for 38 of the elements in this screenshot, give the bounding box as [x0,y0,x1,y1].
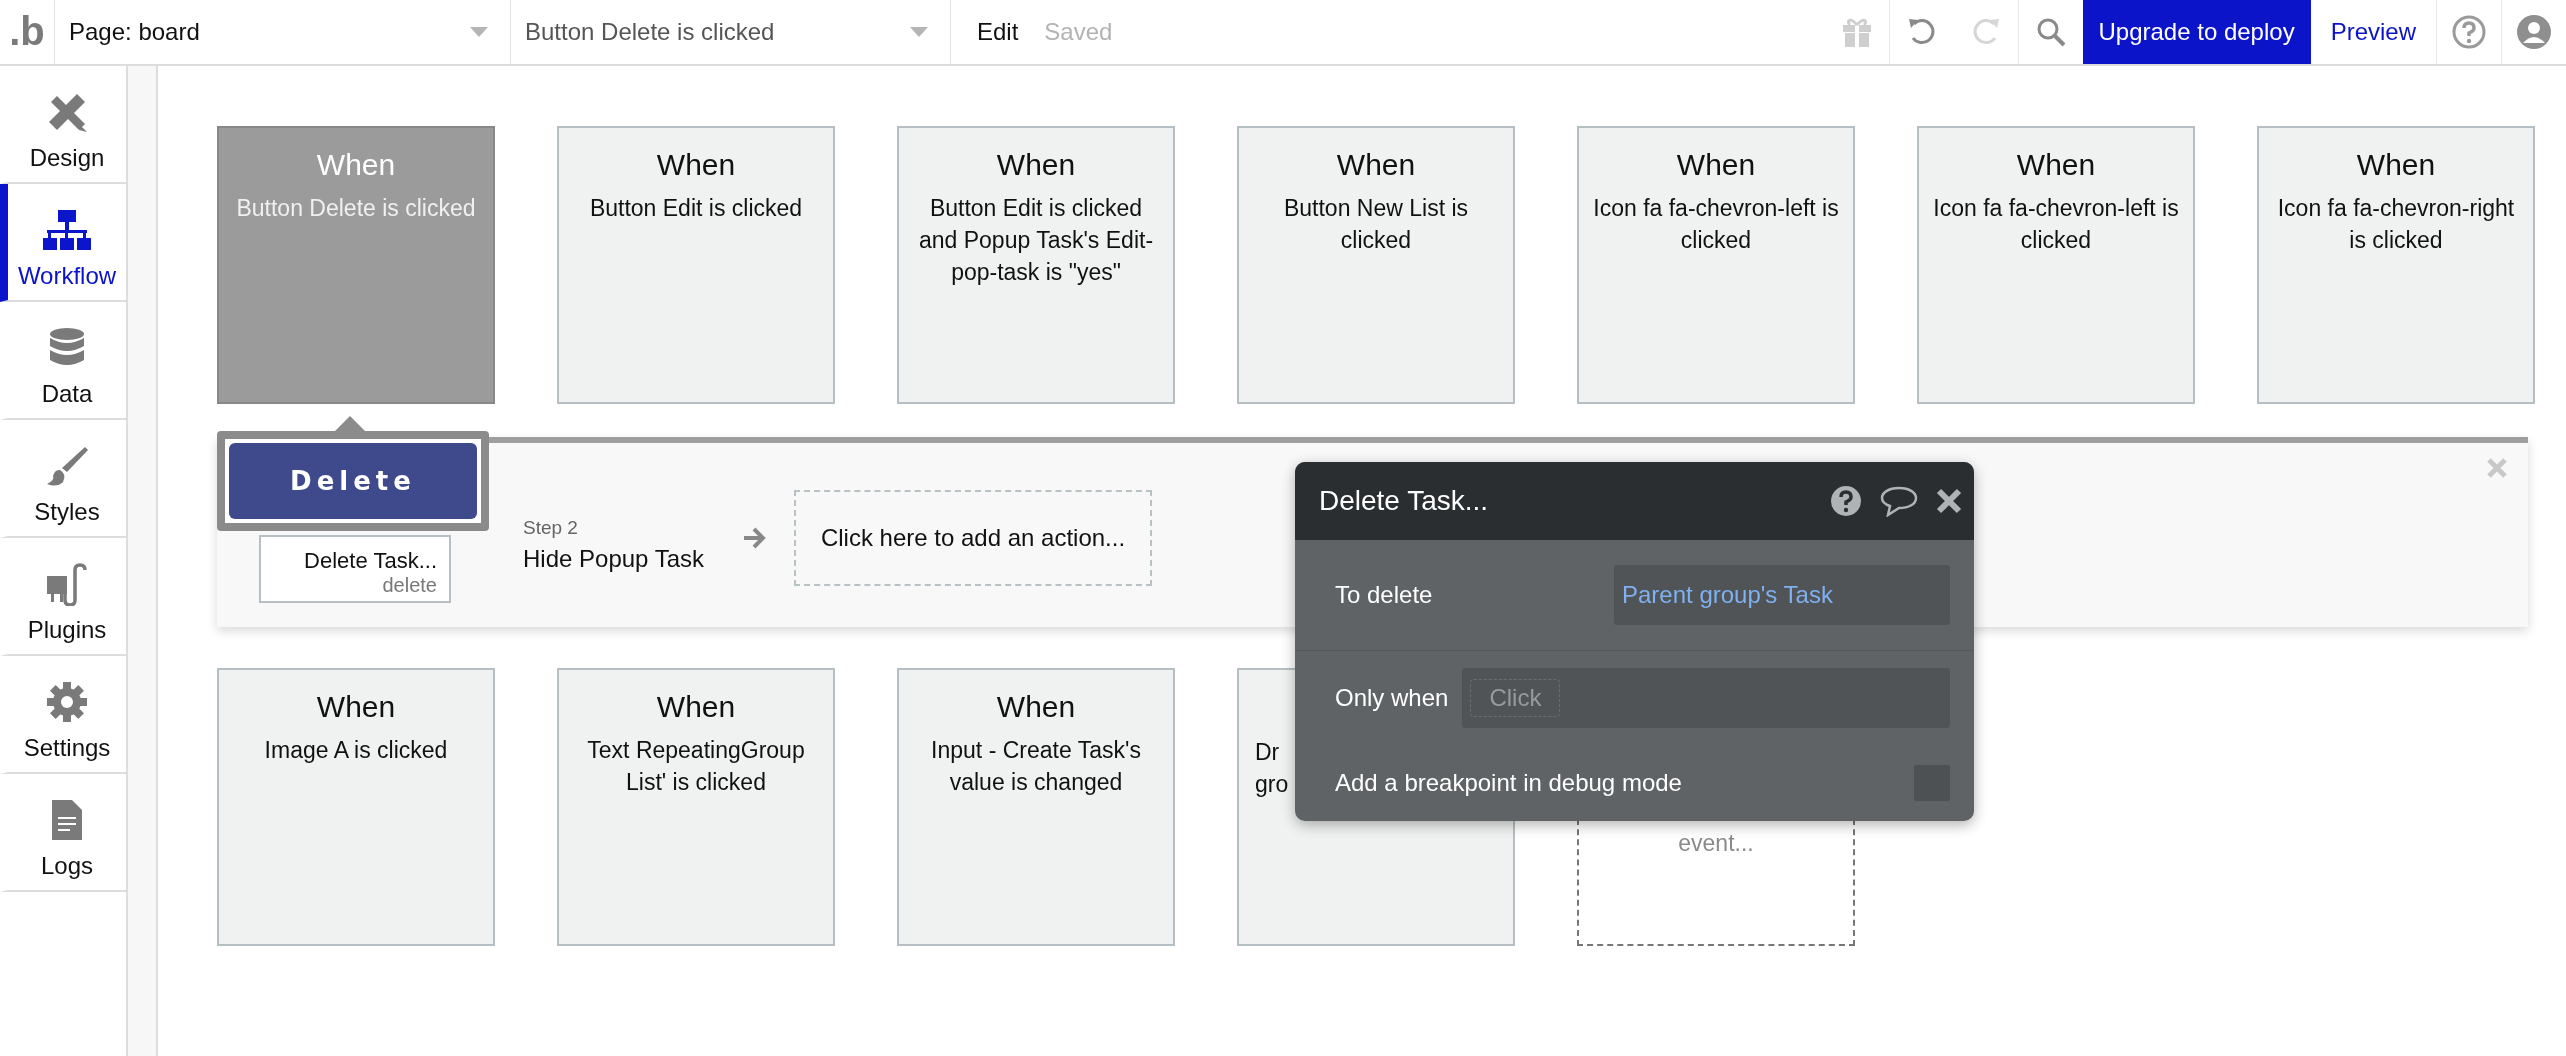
card-title: When [316,690,396,724]
card-title: When [316,148,396,182]
card-text: Icon fa fa-chevron-right is clicked [2276,194,2516,255]
card-title: When [656,690,736,724]
card-text: Button New List is clicked [1282,194,1470,255]
card-title: When [996,148,1076,182]
card-text: Icon fa fa-chevron-left is clicked [1932,194,2180,255]
sidebar-label: Styles [34,498,100,526]
field-label: Only when [1335,684,1449,712]
step-title: Delete Task... [304,548,437,574]
step-number: Step 2 [523,517,579,539]
card-text: Text RepeatingGroup List' is clicked [586,736,806,797]
sidebar-label: Settings [23,734,111,762]
card-title: When [1336,148,1416,182]
field-label: To delete [1335,581,1433,609]
card-text: Button Edit is clicked [589,194,803,223]
card-title: When [656,148,736,182]
card-text: Button Delete is clicked [236,194,476,223]
card-text: Image A is clicked [264,736,448,765]
sidebar-label: Workflow [17,262,117,290]
card-text: gro [1255,770,1289,799]
card-text: Dr [1255,738,1280,767]
card-title: When [996,690,1076,724]
step-subtitle: delete [382,574,437,597]
checkbox-label: Add a breakpoint in debug mode [1335,769,1682,797]
card-text: Button Edit is clicked and Popup Task's Edit-pop-task is "yes" [917,194,1155,287]
sidebar-label: Design [29,144,105,172]
card-title: When [2016,148,2096,182]
card-text: Input - Create Task's value is changed [930,736,1142,797]
save-status: Saved [1044,18,1113,46]
card-text: Icon fa fa-chevron-left is clicked [1592,194,1840,255]
popup-title: Delete Task... [1319,485,1490,517]
sidebar-label: Logs [40,852,93,880]
placeholder-chip: Click [1470,679,1561,717]
sidebar-label: Data [41,380,93,408]
card-title: When [2356,148,2436,182]
card-title: When [1676,148,1756,182]
sidebar-label: Plugins [27,616,107,644]
